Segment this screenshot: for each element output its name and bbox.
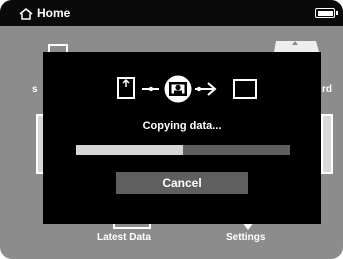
header-bar: Home <box>0 0 343 26</box>
copy-dialog: Copying data... Cancel <box>43 52 321 224</box>
cancel-button[interactable]: Cancel <box>116 172 248 194</box>
dialog-message: Copying data... <box>142 120 222 132</box>
arrow-icon <box>142 86 159 92</box>
background-menu-partial-right: rd <box>322 84 332 95</box>
device-screen: Home s rd Latest Data Settings Copying d… <box>0 0 343 259</box>
background-menu-partial-left: s <box>32 84 38 95</box>
menu-item-latest-data[interactable]: Latest Data <box>97 232 151 243</box>
progress-bar <box>76 145 290 155</box>
arrow-right-icon <box>195 82 217 96</box>
menu-item-settings[interactable]: Settings <box>226 232 265 243</box>
copy-flow-graphic <box>117 75 257 103</box>
photo-transfer-icon <box>164 75 192 103</box>
storage-icon <box>233 79 257 99</box>
battery-level <box>317 10 333 16</box>
memory-card-icon <box>117 77 135 99</box>
menu-item-latest-data-label: Latest Data <box>97 232 151 243</box>
progress-fill <box>76 145 183 155</box>
battery-icon <box>315 8 338 18</box>
menu-item-settings-label: Settings <box>226 232 266 243</box>
thumbnail-right <box>321 114 333 174</box>
home-icon[interactable] <box>19 8 33 20</box>
page-title: Home <box>37 6 71 20</box>
